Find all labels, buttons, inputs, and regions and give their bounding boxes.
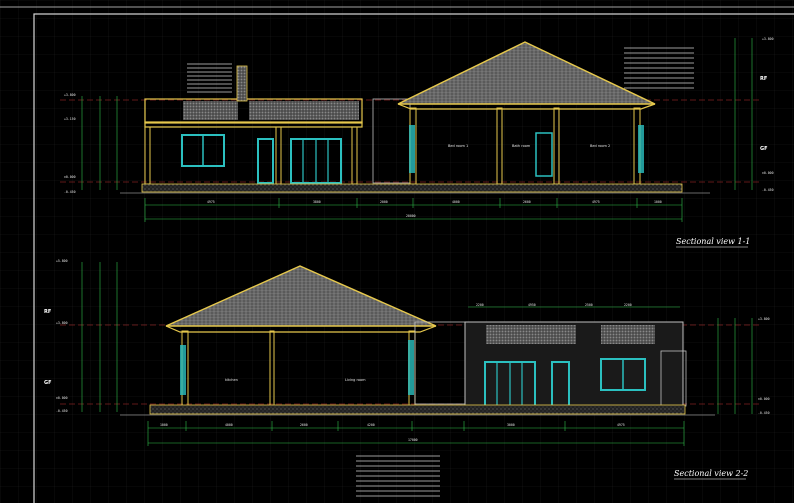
window-2-r	[408, 340, 414, 395]
window-2-l	[180, 345, 186, 395]
marker-rf-2: RF	[44, 309, 51, 315]
level-2-right-2: ±0.000	[758, 397, 770, 401]
level-2-right-3: -0.450	[758, 411, 770, 415]
dim-6: 4975	[592, 200, 600, 204]
vent-2-b	[601, 325, 655, 344]
level-right-1: +3.800	[762, 37, 774, 41]
window-r-right	[638, 125, 644, 173]
section-2-title: Sectional view 2-2	[674, 469, 748, 478]
top-dim-3: 2500	[585, 303, 593, 307]
level-2-left-2: +3.800	[56, 321, 68, 325]
level-left-2: +3.150	[64, 117, 76, 121]
level-left-3: ±0.000	[64, 175, 76, 179]
level-left-4: -0.450	[64, 190, 76, 194]
room-label-bathroom: Bath room	[512, 144, 531, 148]
vent-block-left	[183, 101, 238, 120]
dim-5: 2600	[523, 200, 531, 204]
level-left-1: +3.800	[64, 93, 76, 97]
section-1-title: Sectional view 1-1	[676, 237, 750, 246]
foundation-2	[149, 404, 686, 415]
dim-3: 2000	[380, 200, 388, 204]
level-2-left-1: +5.800	[56, 259, 68, 263]
dim-2-3: 2600	[300, 423, 308, 427]
dim-2-1: 1000	[160, 423, 168, 427]
dim-4: 4000	[452, 200, 460, 204]
top-dim-2: 4950	[528, 303, 536, 307]
top-dim-1: 2200	[476, 303, 484, 307]
level-2-left-4: -0.450	[56, 409, 68, 413]
dim-overall: 20000	[406, 214, 416, 218]
room-label-bedroom-2: Bed room 2	[590, 144, 610, 148]
room-label-living: Living room	[345, 378, 366, 382]
marker-rf: RF	[760, 76, 767, 82]
level-right-2: ±0.000	[762, 171, 774, 175]
window-r-left	[409, 125, 415, 173]
level-right-3: -0.450	[762, 188, 774, 192]
dim-1: 4975	[207, 200, 215, 204]
dim-2-5: 3000	[507, 423, 515, 427]
dim-2-6: 4975	[617, 423, 625, 427]
room-label-bedroom-1: Bed room 1	[448, 144, 468, 148]
room-label-kitchen: kitchen	[225, 378, 238, 382]
grid	[0, 0, 794, 503]
vent-2-a	[486, 325, 576, 344]
marker-gf: GF	[760, 146, 768, 152]
foundation	[141, 183, 683, 193]
dim-2-2: 4000	[225, 423, 233, 427]
dim-2: 3800	[313, 200, 321, 204]
dim-2-overall: 17000	[408, 438, 418, 442]
cad-drawing-canvas: Bed room 1 Bath room Bed room 2 4975 380…	[0, 0, 794, 503]
level-2-left-3: ±0.000	[56, 396, 68, 400]
dim-2-4: 4200	[367, 423, 375, 427]
chimney	[236, 65, 248, 102]
vent-block-right	[249, 101, 359, 120]
level-2-right-1: +3.800	[758, 317, 770, 321]
marker-gf-2: GF	[44, 380, 52, 386]
top-dim-4: 2200	[624, 303, 632, 307]
dim-7: 1000	[654, 200, 662, 204]
